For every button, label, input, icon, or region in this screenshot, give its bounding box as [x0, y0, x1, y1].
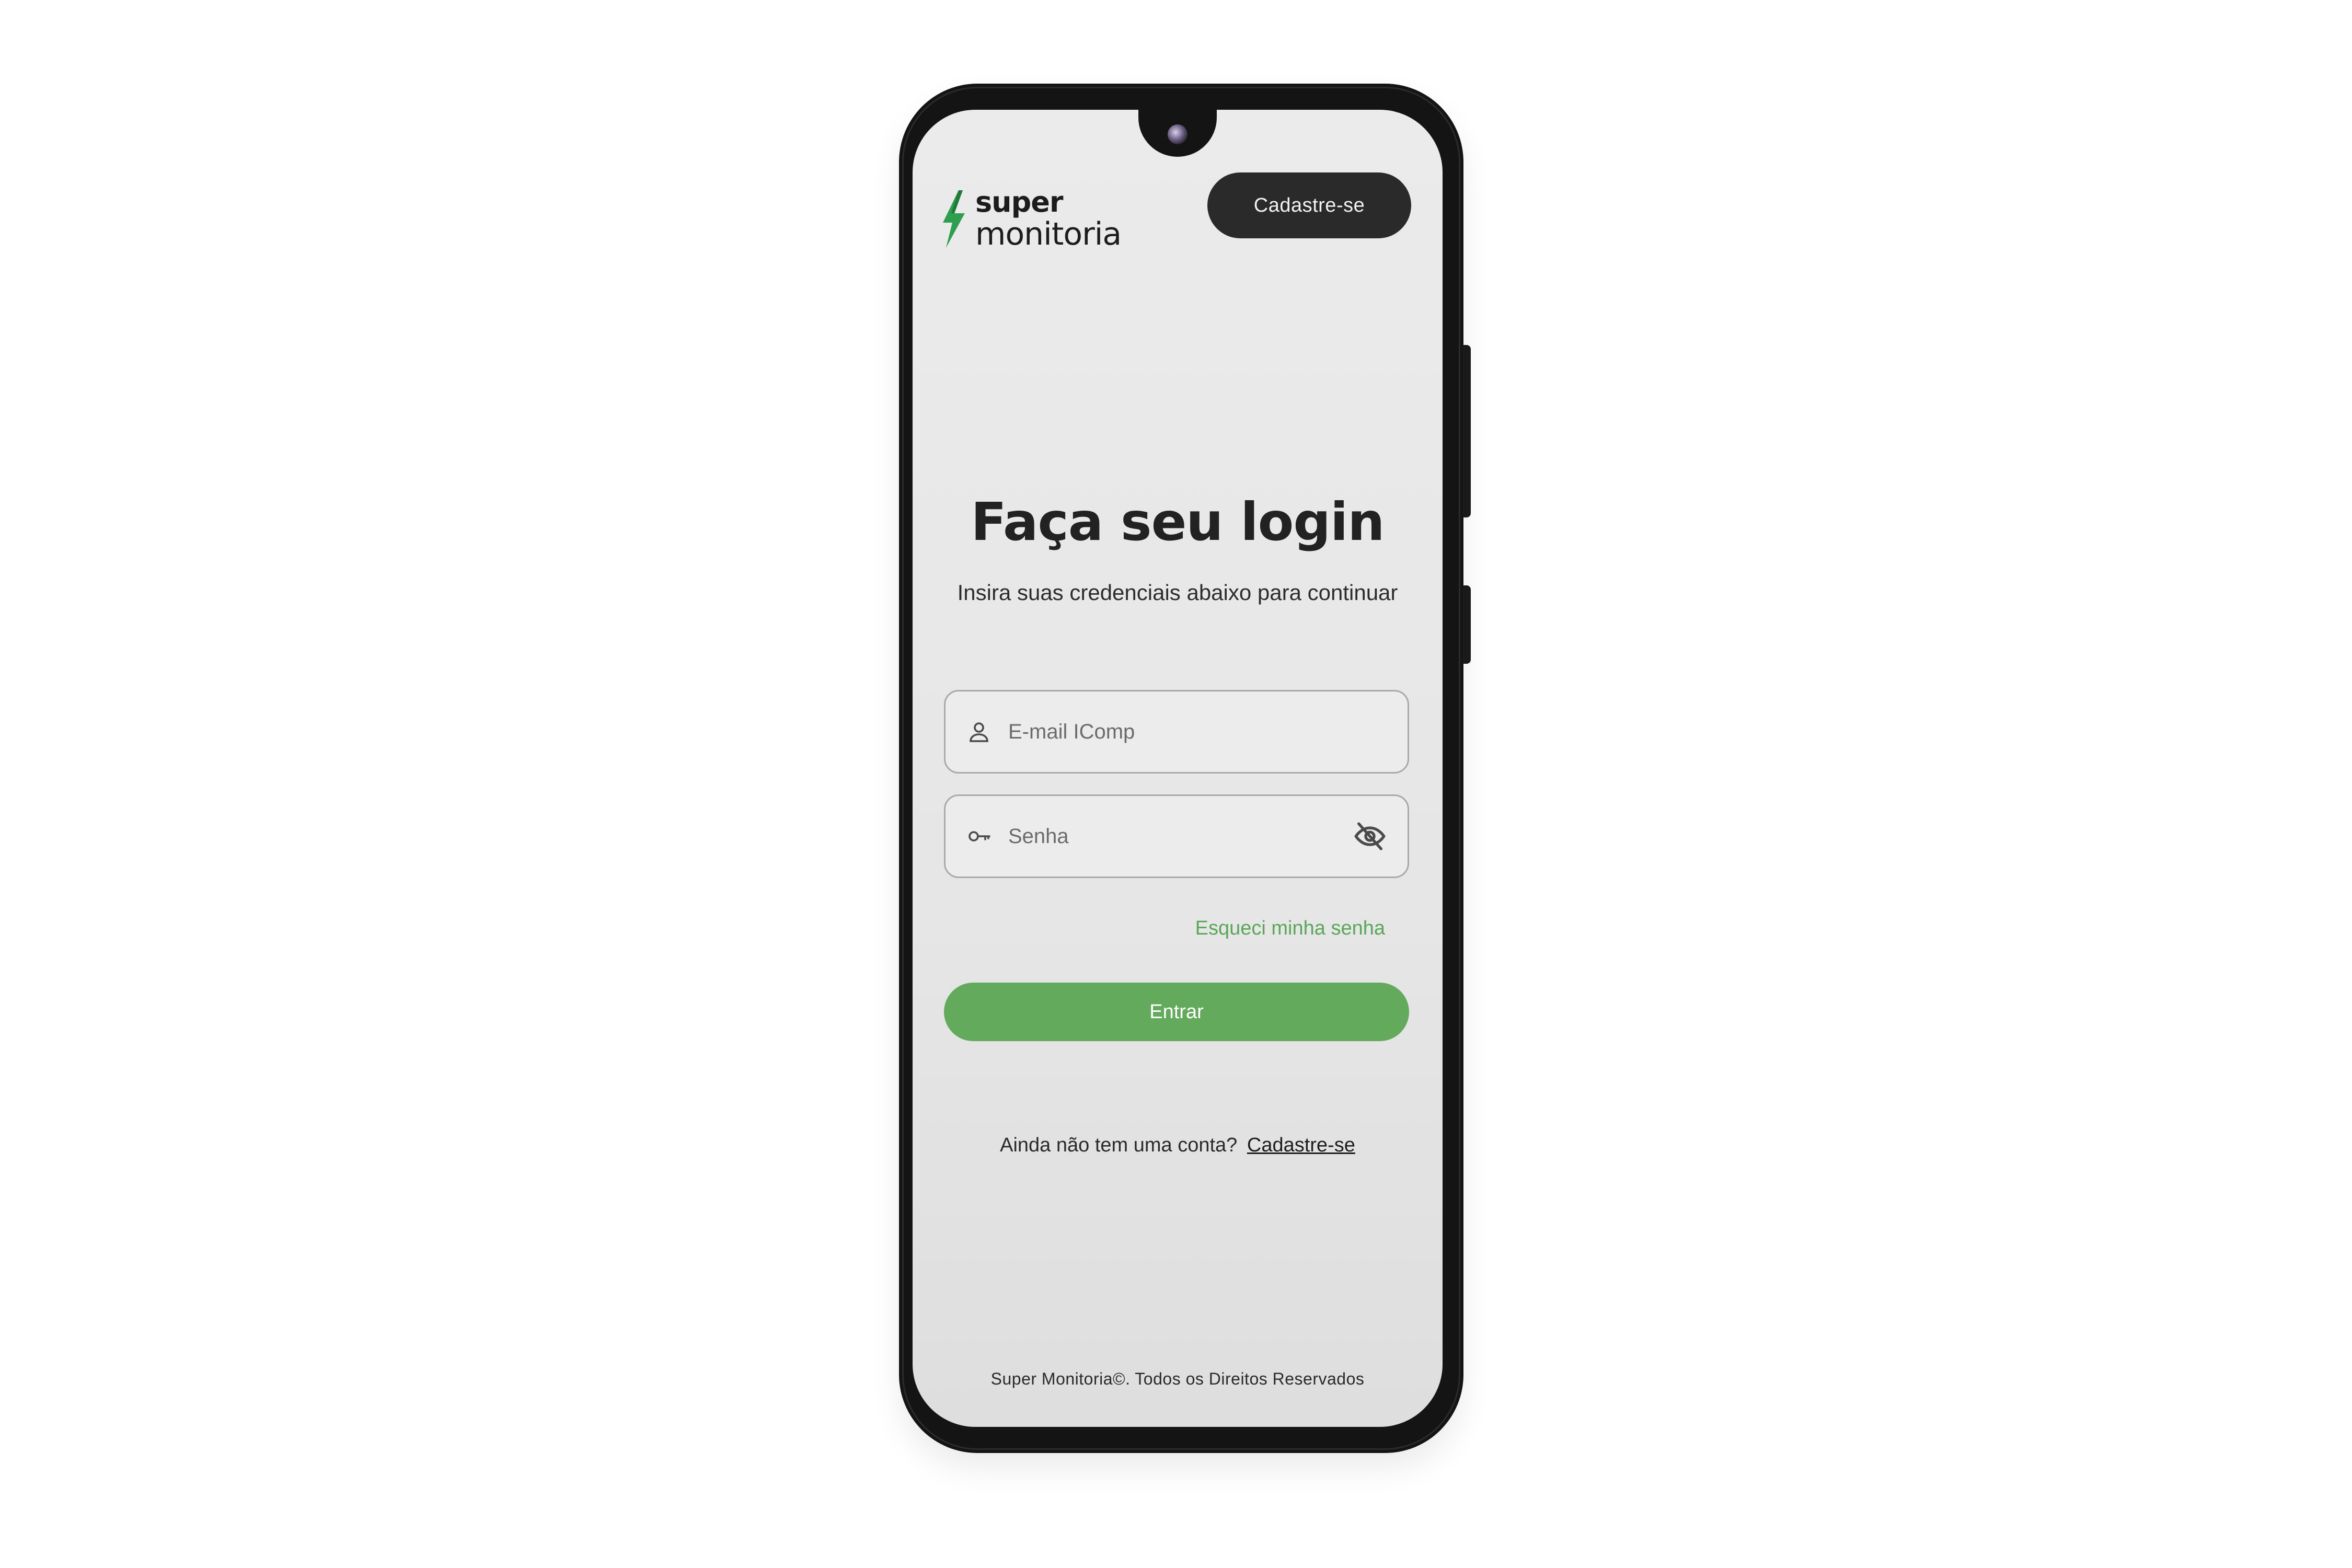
app-logo[interactable]: super monitoria: [939, 186, 1122, 252]
lightning-bolt-icon: [943, 190, 965, 248]
notch: [1138, 110, 1217, 157]
phone-screen: super monitoria Cadastre-se Faça seu log…: [913, 110, 1443, 1427]
page-title: Faça seu login: [971, 491, 1385, 552]
footer-copyright: Super Monitoria©. Todos os Direitos Rese…: [990, 1369, 1365, 1388]
page-subtitle: Insira suas credenciais abaixo para cont…: [957, 580, 1398, 605]
phone-frame: super monitoria Cadastre-se Faça seu log…: [899, 84, 1471, 1453]
login-button[interactable]: Entrar: [944, 983, 1409, 1041]
signup-prompt: Ainda não tem uma conta? Cadastre-se: [913, 1134, 1443, 1157]
logo-text-bottom: monitoria: [975, 216, 1122, 252]
email-input[interactable]: [1007, 719, 1387, 744]
eye-off-icon[interactable]: [1353, 820, 1387, 853]
stage: super monitoria Cadastre-se Faça seu log…: [0, 0, 2352, 1568]
signup-link[interactable]: Cadastre-se: [1247, 1134, 1355, 1156]
volume-button: [1462, 345, 1471, 517]
user-icon: [970, 722, 988, 742]
forgot-password-link[interactable]: Esqueci minha senha: [1195, 917, 1385, 940]
header-signup-button[interactable]: Cadastre-se: [1207, 172, 1411, 238]
password-field[interactable]: [944, 794, 1409, 878]
power-button: [1462, 585, 1471, 664]
logo-text-top: super: [975, 186, 1064, 218]
front-camera: [1168, 124, 1187, 144]
logo-wordmark: super monitoria: [975, 186, 1122, 252]
signup-prompt-text: Ainda não tem uma conta?: [1000, 1134, 1238, 1156]
password-input[interactable]: [1007, 824, 1343, 849]
email-field[interactable]: [944, 690, 1409, 774]
key-icon: [969, 831, 990, 841]
